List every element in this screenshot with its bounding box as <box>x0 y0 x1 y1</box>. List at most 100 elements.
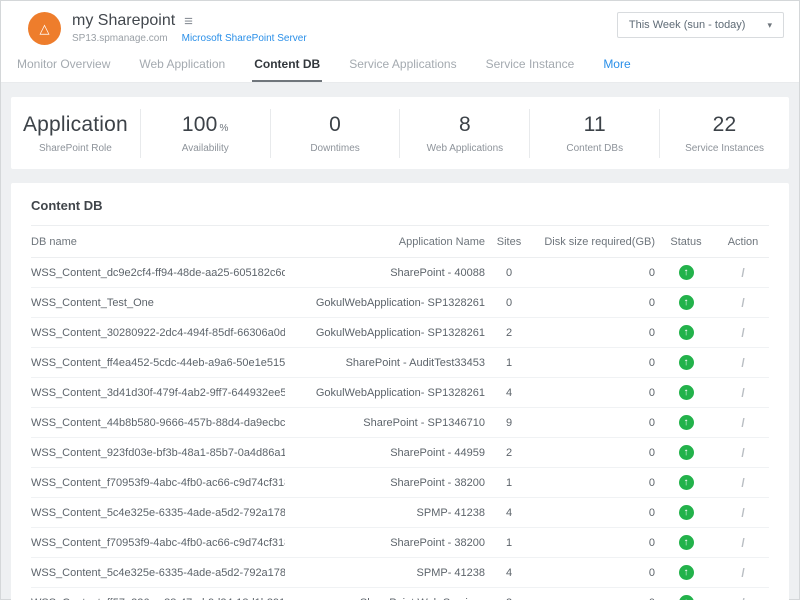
status-cell: ↑ <box>655 438 717 468</box>
disk-size-cell: 0 <box>533 438 655 468</box>
stat-value: 8 <box>459 113 471 136</box>
edit-icon[interactable]: / <box>741 536 744 550</box>
status-up-icon: ↑ <box>679 265 694 280</box>
tab-content-db[interactable]: Content DB <box>252 49 322 82</box>
app-window: △ my Sharepoint ≡ SP13.spmanage.com Micr… <box>0 0 800 600</box>
application-name-cell: GokulWebApplication- SP1328261 <box>285 288 485 318</box>
disk-size-cell: 0 <box>533 348 655 378</box>
status-cell: ↑ <box>655 528 717 558</box>
stat-value: Application <box>23 113 128 136</box>
disk-size-cell: 0 <box>533 558 655 588</box>
application-name-cell: SharePoint - 40088 <box>285 258 485 288</box>
disk-size-cell: 0 <box>533 318 655 348</box>
table-row: WSS_Content_30280922-2dc4-494f-85df-6630… <box>31 318 769 348</box>
application-name-cell: SharePoint - 38200 <box>285 528 485 558</box>
sites-cell: 2 <box>485 588 533 600</box>
db-name-cell: WSS_Content_ff57e226-cc88-47ad-9d24-18d1… <box>31 588 285 600</box>
status-up-icon: ↑ <box>679 505 694 520</box>
status-cell: ↑ <box>655 288 717 318</box>
sites-cell: 4 <box>485 558 533 588</box>
tab-service-applications[interactable]: Service Applications <box>347 49 458 82</box>
action-cell: / <box>717 258 769 288</box>
edit-icon[interactable]: / <box>741 506 744 520</box>
table-header-row: DB nameApplication NameSitesDisk size re… <box>31 226 769 258</box>
top-header: △ my Sharepoint ≡ SP13.spmanage.com Micr… <box>1 1 799 49</box>
action-cell: / <box>717 408 769 438</box>
tab-service-instance[interactable]: Service Instance <box>484 49 577 82</box>
disk-size-cell: 0 <box>533 528 655 558</box>
db-name-cell: WSS_Content_f70953f9-4abc-4fb0-ac66-c9d7… <box>31 528 285 558</box>
action-cell: / <box>717 588 769 600</box>
edit-icon[interactable]: / <box>741 356 744 370</box>
time-range-select[interactable]: This Week (sun - today) ▾ <box>617 12 784 38</box>
table-row: WSS_Content_f70953f9-4abc-4fb0-ac66-c9d7… <box>31 468 769 498</box>
stat-label: Content DBs <box>530 143 659 154</box>
status-cell: ↑ <box>655 348 717 378</box>
table-row: WSS_Content_Test_OneGokulWebApplication-… <box>31 288 769 318</box>
stat-web-applications: 8 Web Applications <box>399 109 529 158</box>
db-name-cell: WSS_Content_Test_One <box>31 288 285 318</box>
status-cell: ↑ <box>655 558 717 588</box>
status-up-icon: ↑ <box>679 565 694 580</box>
stat-label: Downtimes <box>271 143 400 154</box>
disk-size-cell: 0 <box>533 588 655 600</box>
stat-label: Availability <box>141 143 270 154</box>
table-row: WSS_Content_44b8b580-9666-457b-88d4-da9e… <box>31 408 769 438</box>
sites-cell: 2 <box>485 438 533 468</box>
db-name-cell: WSS_Content_923fd03e-bf3b-48a1-85b7-0a4d… <box>31 438 285 468</box>
table-row: WSS_Content_f70953f9-4abc-4fb0-ac66-c9d7… <box>31 528 769 558</box>
db-name-cell: WSS_Content_5c4e325e-6335-4ade-a5d2-792a… <box>31 498 285 528</box>
column-header-action: Action <box>717 226 769 258</box>
sites-cell: 0 <box>485 258 533 288</box>
status-up-icon: ↑ <box>679 415 694 430</box>
edit-icon[interactable]: / <box>741 386 744 400</box>
menu-icon[interactable]: ≡ <box>184 13 193 30</box>
application-name-cell: SharePoint - 44959 <box>285 438 485 468</box>
stat-value: 100 <box>182 113 218 136</box>
edit-icon[interactable]: / <box>741 326 744 340</box>
edit-icon[interactable]: / <box>741 416 744 430</box>
edit-icon[interactable]: / <box>741 596 744 600</box>
db-name-cell: WSS_Content_30280922-2dc4-494f-85df-6630… <box>31 318 285 348</box>
title-block: my Sharepoint ≡ SP13.spmanage.com Micros… <box>72 12 307 44</box>
application-name-cell: SPMP- 41238 <box>285 558 485 588</box>
stat-sharepoint-role: ApplicationSharePoint Role <box>11 109 140 158</box>
server-type-link[interactable]: Microsoft SharePoint Server <box>182 33 307 44</box>
action-cell: / <box>717 528 769 558</box>
edit-icon[interactable]: / <box>741 476 744 490</box>
action-cell: / <box>717 378 769 408</box>
monitor-logo-icon: △ <box>28 12 61 45</box>
stat-downtimes: 0Downtimes <box>270 109 400 158</box>
sites-cell: 2 <box>485 318 533 348</box>
column-header-db-name: DB name <box>31 226 285 258</box>
edit-icon[interactable]: / <box>741 446 744 460</box>
tab-monitor-overview[interactable]: Monitor Overview <box>15 49 112 82</box>
card-title: Content DB <box>31 196 769 226</box>
status-cell: ↑ <box>655 498 717 528</box>
edit-icon[interactable]: / <box>741 266 744 280</box>
status-cell: ↑ <box>655 318 717 348</box>
tab-web-application[interactable]: Web Application <box>137 49 227 82</box>
sites-cell: 9 <box>485 408 533 438</box>
table-row: WSS_Content_ff4ea452-5cdc-44eb-a9a6-50e1… <box>31 348 769 378</box>
application-name-cell: SharePoint - AuditTest33453 <box>285 348 485 378</box>
tab-more[interactable]: More <box>601 49 632 82</box>
disk-size-cell: 0 <box>533 288 655 318</box>
status-up-icon: ↑ <box>679 535 694 550</box>
edit-icon[interactable]: / <box>741 296 744 310</box>
stat-availability: 100%Availability <box>140 109 270 158</box>
status-cell: ↑ <box>655 588 717 600</box>
time-range-value: This Week (sun - today) <box>629 19 746 31</box>
action-cell: / <box>717 288 769 318</box>
table-row: WSS_Content_3d41d30f-479f-4ab2-9ff7-6449… <box>31 378 769 408</box>
edit-icon[interactable]: / <box>741 566 744 580</box>
status-up-icon: ↑ <box>679 475 694 490</box>
stat-service-instances: 22Service Instances <box>659 109 789 158</box>
sites-cell: 1 <box>485 528 533 558</box>
table-row: WSS_Content_dc9e2cf4-ff94-48de-aa25-6051… <box>31 258 769 288</box>
column-header-status: Status <box>655 226 717 258</box>
status-up-icon: ↑ <box>679 595 694 600</box>
stat-label: Web Applications <box>400 143 529 154</box>
sites-cell: 0 <box>485 288 533 318</box>
application-name-cell: GokulWebApplication- SP1328261 <box>285 318 485 348</box>
